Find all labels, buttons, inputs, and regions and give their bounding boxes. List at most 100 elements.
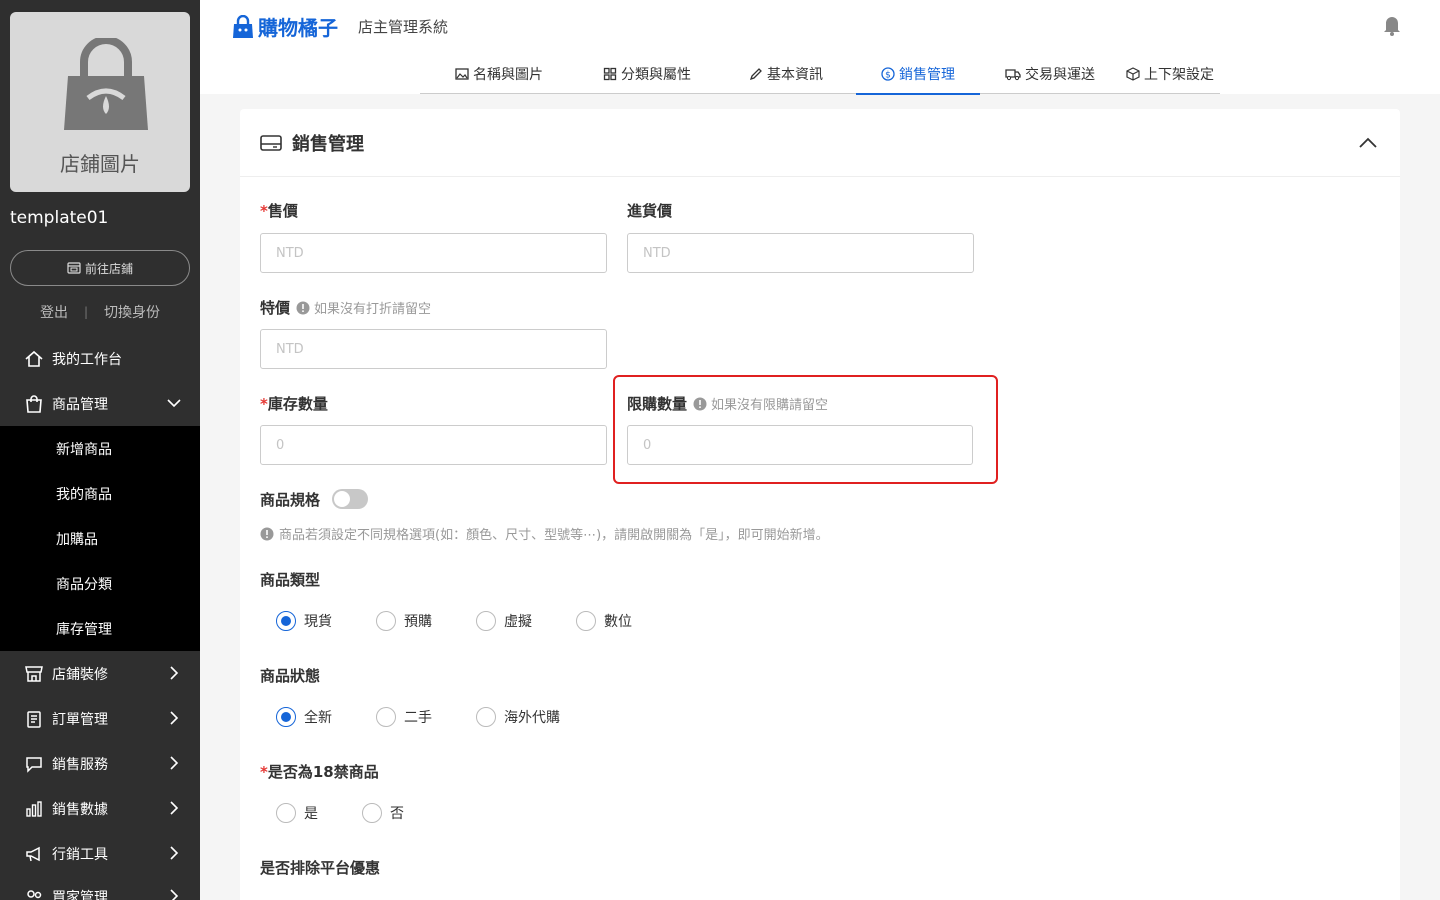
store-icon [25, 665, 43, 682]
tab-basic-info[interactable]: 基本資訊 [716, 54, 856, 94]
radio-dot [362, 803, 382, 823]
product-submenu: 新增商品 我的商品 加購品 商品分類 庫存管理 [0, 426, 200, 651]
nav-label: 店鋪裝修 [52, 666, 108, 683]
radio-adult-yes[interactable]: 是 [276, 803, 362, 823]
image-icon [455, 68, 469, 80]
nav-label: 銷售數據 [52, 801, 108, 818]
radio-in-stock[interactable]: 現貨 [276, 611, 376, 631]
radio-dot [376, 707, 396, 727]
sub-item-add-product[interactable]: 新增商品 [0, 426, 200, 471]
radio-virtual[interactable]: 虛擬 [476, 611, 576, 631]
section-title: 銷售管理 [292, 133, 364, 155]
limit-label-text: 限購數量 [627, 395, 688, 413]
radio-dot [276, 707, 296, 727]
nav-item-orders[interactable]: 訂單管理 [0, 696, 200, 741]
bag-icon [26, 394, 42, 413]
radio-adult-no[interactable]: 否 [362, 803, 448, 823]
chevron-right-icon [170, 666, 179, 680]
adult-label-text: 是否為18禁商品 [267, 763, 379, 781]
bell-icon[interactable] [1382, 14, 1402, 36]
info-icon [693, 397, 707, 410]
radio-label: 是 [304, 806, 318, 822]
limit-hint: 如果沒有限購請留空 [693, 394, 828, 413]
store-image[interactable]: 店鋪圖片 [10, 12, 190, 192]
radio-overseas[interactable]: 海外代購 [476, 707, 596, 727]
chevron-up-icon[interactable] [1358, 133, 1378, 153]
required-mark: * [260, 201, 268, 220]
nav-item-sales-service[interactable]: 銷售服務 [0, 741, 200, 786]
account-links: 登出 | 切換身份 [0, 302, 200, 322]
logout-link[interactable]: 登出 [40, 302, 68, 322]
nav-label: 銷售服務 [52, 756, 108, 773]
required-mark: * [260, 394, 268, 413]
radio-used[interactable]: 二手 [376, 707, 476, 727]
stock-input[interactable] [260, 425, 607, 465]
special-price-label: 特價 如果沒有打折請留空 [260, 297, 431, 318]
top-header: 購物橘子 店主管理系統 名稱與圖片 分類與屬性 基本資訊 $ 銷售管理 交易與運… [200, 0, 1440, 95]
tab-label: 銷售管理 [899, 67, 955, 83]
radio-dot [376, 611, 396, 631]
stock-label: * 庫存數量 [260, 393, 328, 414]
required-mark: * [260, 762, 268, 781]
special-hint-text: 如果沒有打折請留空 [314, 302, 432, 317]
switch-identity-link[interactable]: 切換身份 [104, 302, 160, 322]
nav-label: 我的工作台 [52, 351, 122, 368]
special-price-input[interactable] [260, 329, 607, 369]
sub-item-my-products[interactable]: 我的商品 [0, 471, 200, 516]
sub-item-addon[interactable]: 加購品 [0, 516, 200, 561]
divider: | [83, 305, 89, 319]
nav-item-store-design[interactable]: 店鋪裝修 [0, 651, 200, 696]
spec-toggle[interactable] [332, 489, 368, 509]
tab-label: 名稱與圖片 [473, 67, 543, 83]
megaphone-icon [26, 846, 40, 861]
status-label-text: 商品狀態 [260, 667, 321, 685]
nav-item-products[interactable]: 商品管理 [0, 381, 200, 426]
brand-bag-icon [233, 14, 253, 38]
tab-name-images[interactable]: 名稱與圖片 [420, 54, 578, 94]
nav-label: 商品管理 [52, 396, 108, 413]
purchase-limit-input[interactable] [627, 425, 973, 465]
chevron-right-icon [170, 756, 179, 770]
nav-item-marketing[interactable]: 行銷工具 [0, 831, 200, 876]
tab-listing-settings[interactable]: 上下架設定 [1120, 54, 1220, 94]
chevron-right-icon [170, 711, 179, 725]
price-label: * 售價 [260, 200, 298, 221]
clipboard-icon [27, 710, 41, 728]
sales-management-card: 銷售管理 [240, 109, 1400, 900]
card-icon [260, 134, 282, 151]
info-icon [260, 527, 274, 540]
nav-item-buyers[interactable]: 買家管理 [0, 874, 200, 900]
card-header[interactable]: 銷售管理 [240, 109, 1400, 177]
sub-item-categories[interactable]: 商品分類 [0, 561, 200, 606]
svg-text:$: $ [885, 71, 891, 81]
cost-label: 進貨價 [627, 200, 672, 221]
store-name: template01 [10, 208, 109, 228]
tab-category-attrs[interactable]: 分類與屬性 [578, 54, 716, 94]
exclude-label-text: 是否排除平台優惠 [260, 859, 381, 877]
price-input[interactable] [260, 233, 607, 273]
nav-item-sales-data[interactable]: 銷售數據 [0, 786, 200, 831]
stock-label-text: 庫存數量 [267, 395, 328, 413]
radio-new[interactable]: 全新 [276, 707, 376, 727]
radio-label: 二手 [404, 710, 432, 726]
sub-item-inventory[interactable]: 庫存管理 [0, 606, 200, 651]
brand-name: 購物橘子 [258, 16, 338, 40]
tab-sales-management[interactable]: $ 銷售管理 [856, 54, 980, 95]
radio-dot [276, 803, 296, 823]
nav-label: 買家管理 [52, 889, 108, 900]
tab-trade-shipping[interactable]: 交易與運送 [980, 54, 1120, 94]
brand[interactable]: 購物橘子 店主管理系統 [232, 12, 448, 41]
chevron-right-icon [170, 801, 179, 815]
product-status-group: 全新 二手 海外代購 [276, 707, 596, 727]
spec-label: 商品規格 [260, 489, 320, 510]
brand-subtitle: 店主管理系統 [358, 18, 449, 36]
radio-preorder[interactable]: 預購 [376, 611, 476, 631]
nav-item-workbench[interactable]: 我的工作台 [0, 336, 200, 381]
radio-digital[interactable]: 數位 [576, 611, 676, 631]
cost-input[interactable] [627, 233, 974, 273]
pencil-icon [749, 68, 762, 81]
spec-note-text: 商品若須設定不同規格選項(如：顏色、尺寸、型號等⋯)，請開啟開關為「是」，即可開… [279, 528, 829, 543]
goto-store-button[interactable]: 前往店鋪 [10, 250, 190, 286]
tab-label: 交易與運送 [1025, 67, 1095, 83]
radio-label: 預購 [404, 614, 432, 630]
